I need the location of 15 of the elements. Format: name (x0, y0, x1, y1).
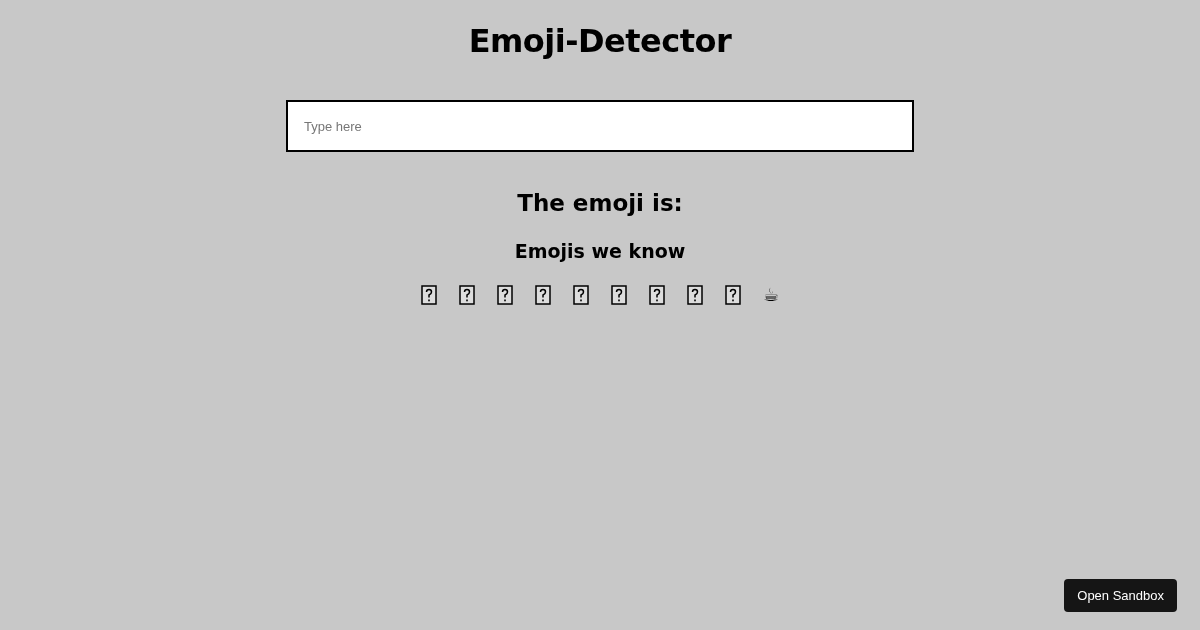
missing-glyph-icon (570, 284, 592, 305)
missing-glyph-icon (532, 284, 554, 305)
missing-glyph-icon (646, 284, 668, 305)
open-sandbox-button[interactable]: Open Sandbox (1064, 579, 1177, 612)
missing-glyph-icon (494, 284, 516, 305)
known-heading: Emojis we know (514, 240, 686, 262)
emoji[interactable]: ☕ (760, 284, 782, 305)
page-title: Emoji-Detector (468, 22, 732, 60)
missing-glyph-icon (418, 284, 440, 305)
missing-glyph-icon (684, 284, 706, 305)
missing-glyph-icon (608, 284, 630, 305)
missing-glyph-icon (722, 284, 744, 305)
result-heading: The emoji is: (517, 190, 683, 216)
search-field[interactable]: Type here (286, 100, 914, 152)
missing-glyph-icon (456, 284, 478, 305)
